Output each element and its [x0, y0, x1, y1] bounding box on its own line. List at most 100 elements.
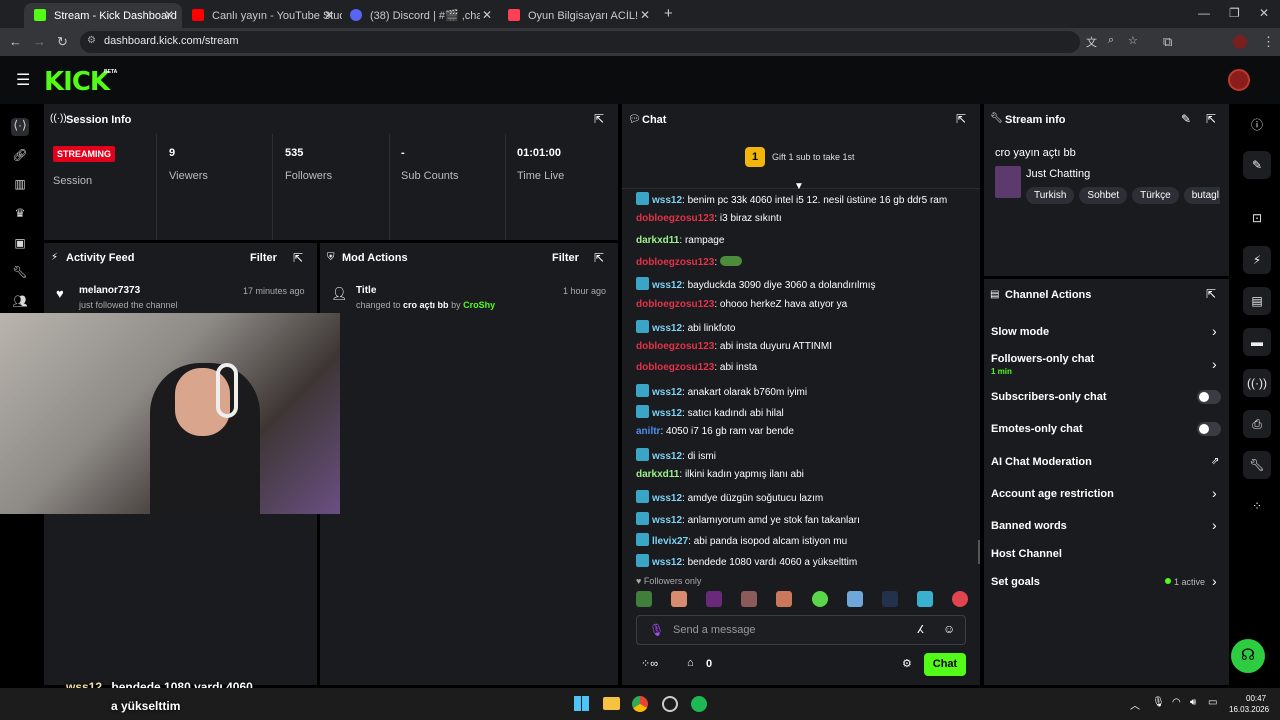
- chat-bubble-icon[interactable]: ▬: [1243, 328, 1271, 356]
- document-icon[interactable]: ▤: [1243, 287, 1271, 315]
- chevron-right-icon[interactable]: ›: [1212, 573, 1217, 589]
- chat-username[interactable]: wss12: [652, 323, 682, 334]
- chat-username[interactable]: darkxd11: [636, 469, 679, 480]
- emote-icon[interactable]: [916, 591, 933, 607]
- emoji-icon[interactable]: ☺: [943, 622, 955, 636]
- set-goals-item[interactable]: Set goals: [991, 576, 1040, 588]
- tag-chip[interactable]: butagl: [1183, 187, 1220, 204]
- screen-capture-icon[interactable]: ⊡: [1243, 204, 1271, 232]
- edit-pencil-icon[interactable]: ✎: [1181, 112, 1191, 126]
- chat-scrollbar[interactable]: [978, 540, 980, 564]
- tools-icon[interactable]: 🔧︎: [1243, 451, 1271, 479]
- chevron-right-icon[interactable]: ›: [1212, 323, 1217, 339]
- activity-user[interactable]: melanor7373: [79, 285, 140, 296]
- info-icon[interactable]: ⓘ: [1243, 110, 1271, 138]
- restore-icon[interactable]: ❐: [1229, 6, 1240, 20]
- tray-chevron-icon[interactable]: ︿: [1130, 697, 1140, 712]
- browser-tab-letgo[interactable]: Oyun Bilgisayarı ACİL!! - letgo ✕: [498, 3, 658, 28]
- chat-username[interactable]: dobloegzosu123: [636, 257, 714, 268]
- chat-settings-icon[interactable]: ⚙: [902, 657, 912, 670]
- filter-button[interactable]: Filter: [250, 252, 277, 264]
- users-icon[interactable]: 👥︎: [11, 294, 29, 308]
- back-icon[interactable]: ←: [9, 34, 22, 49]
- chrome-icon[interactable]: [632, 696, 648, 712]
- chat-username[interactable]: llevix27: [652, 536, 688, 547]
- file-explorer-icon[interactable]: [603, 697, 620, 710]
- pin-icon[interactable]: ▼: [794, 181, 804, 192]
- chat-send-button[interactable]: Chat: [924, 653, 966, 676]
- tag-chip[interactable]: Sohbet: [1079, 187, 1128, 204]
- emote-icon[interactable]: [811, 591, 828, 607]
- video-icon[interactable]: ▣: [11, 236, 29, 250]
- emote-icon[interactable]: [846, 591, 863, 607]
- zoom-icon[interactable]: ⌕: [1108, 34, 1114, 47]
- close-tab-icon[interactable]: ✕: [164, 8, 174, 22]
- popout-icon[interactable]: ⇱: [1206, 287, 1216, 301]
- chat-username[interactable]: wss12: [652, 451, 682, 462]
- broadcast-icon[interactable]: ((·)): [1243, 369, 1271, 397]
- wrench-icon[interactable]: 🔧︎: [11, 265, 29, 279]
- chat-username[interactable]: dobloegzosu123: [636, 341, 714, 352]
- start-icon[interactable]: [574, 696, 589, 711]
- url-field[interactable]: ⚙ dashboard.kick.com/stream 文 ⌕ ☆: [80, 31, 1138, 53]
- user-avatar[interactable]: [1228, 69, 1250, 91]
- external-link-icon[interactable]: ⇗: [1211, 456, 1219, 467]
- chat-users-icon[interactable]: ⁘∞: [641, 657, 658, 670]
- reload-icon[interactable]: ↻: [57, 34, 68, 50]
- kick-logo[interactable]: KICK: [44, 67, 110, 97]
- chat-username[interactable]: wss12: [652, 408, 682, 419]
- printer-icon[interactable]: ⎙: [1243, 410, 1271, 438]
- chat-username[interactable]: wss12: [652, 195, 682, 206]
- emote-icon[interactable]: [776, 591, 793, 607]
- dots-icon[interactable]: ⁘: [1243, 492, 1271, 520]
- emotes-only-toggle[interactable]: [1197, 422, 1221, 436]
- chevron-right-icon[interactable]: ›: [1212, 356, 1217, 372]
- subscribers-only-toggle[interactable]: [1197, 390, 1221, 404]
- tag-chip[interactable]: Türkçe: [1132, 187, 1179, 204]
- support-chat-icon[interactable]: ☊: [1231, 639, 1265, 673]
- analytics-icon[interactable]: ▥: [11, 177, 29, 191]
- popout-icon[interactable]: ⇱: [956, 112, 966, 126]
- battery-icon[interactable]: ▭: [1208, 697, 1217, 708]
- close-tab-icon[interactable]: ✕: [640, 8, 650, 22]
- trophy-icon[interactable]: ♛: [11, 206, 29, 220]
- stream-broadcast-icon[interactable]: ⟨·⟩: [11, 118, 29, 136]
- new-tab-icon[interactable]: +: [664, 5, 673, 22]
- chat-username[interactable]: wss12: [652, 280, 682, 291]
- chat-username[interactable]: dobloegzosu123: [636, 213, 714, 224]
- wifi-icon[interactable]: ◠: [1172, 697, 1181, 708]
- close-window-icon[interactable]: ✕: [1259, 6, 1269, 20]
- kick-emote-icon[interactable]: ⵃ: [917, 623, 924, 636]
- bookmark-star-icon[interactable]: ☆: [1128, 34, 1138, 47]
- extensions-icon[interactable]: ⧉: [1163, 34, 1172, 50]
- tag-chip[interactable]: Turkish: [1026, 187, 1075, 204]
- gift-sub-text[interactable]: Gift 1 sub to take 1st: [772, 152, 855, 162]
- chat-username[interactable]: wss12: [652, 493, 682, 504]
- volume-icon[interactable]: 🔊︎: [1190, 697, 1196, 708]
- account-age-item[interactable]: Account age restriction: [991, 488, 1114, 500]
- popout-icon[interactable]: ⇱: [594, 112, 604, 126]
- chat-username[interactable]: wss12: [652, 557, 682, 568]
- chat-username[interactable]: aniltr: [636, 426, 660, 437]
- chat-input[interactable]: 🎙︎ Send a message ⵃ ☺: [636, 615, 966, 645]
- clock-time[interactable]: 00:47: [1246, 694, 1266, 703]
- followers-only-item[interactable]: Followers-only chat: [991, 353, 1094, 365]
- chat-username[interactable]: wss12: [652, 387, 682, 398]
- popout-icon[interactable]: ⇱: [293, 251, 303, 265]
- obs-icon[interactable]: [662, 696, 678, 712]
- hamburger-menu-icon[interactable]: ☰: [16, 70, 30, 90]
- browser-tab-kick[interactable]: Stream - Kick Dashboard ✕: [24, 3, 182, 28]
- ai-moderation-item[interactable]: AI Chat Moderation: [991, 456, 1092, 468]
- spotify-icon[interactable]: [691, 696, 707, 712]
- link-icon[interactable]: 🔗︎: [11, 148, 29, 162]
- emote-icon[interactable]: [951, 591, 968, 607]
- emote-icon[interactable]: [636, 591, 652, 607]
- forward-icon[interactable]: →: [33, 34, 46, 49]
- emote-icon[interactable]: [881, 591, 898, 607]
- profile-icon[interactable]: [1233, 35, 1247, 49]
- close-tab-icon[interactable]: ✕: [324, 8, 334, 22]
- chat-username[interactable]: dobloegzosu123: [636, 299, 714, 310]
- popout-icon[interactable]: ⇱: [1206, 112, 1216, 126]
- browser-tab-youtube[interactable]: Canlı yayın - YouTube Studio ✕: [182, 3, 342, 28]
- lightning-icon[interactable]: ⚡︎: [1243, 246, 1271, 274]
